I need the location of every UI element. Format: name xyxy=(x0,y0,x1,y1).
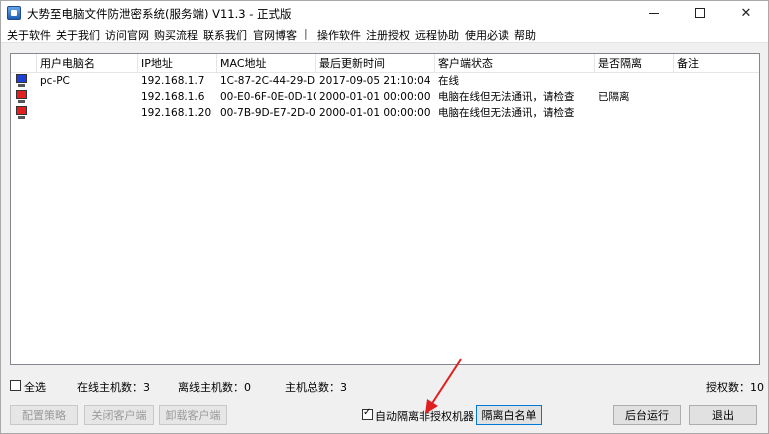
menu-visit-site[interactable]: 访问官网 xyxy=(105,27,149,43)
menu-contact[interactable]: 联系我们 xyxy=(203,27,247,43)
uninstall-client-button[interactable]: 卸载客户端 xyxy=(159,405,227,425)
column-note[interactable]: 备注 xyxy=(674,54,759,73)
menu-operate[interactable]: 操作软件 xyxy=(317,27,361,43)
total-count-label: 主机总数：3 xyxy=(285,379,347,395)
online-count-label: 在线主机数：3 xyxy=(77,379,150,395)
menu-help[interactable]: 帮助 xyxy=(514,27,536,43)
cell-mac: 00-7B-9D-E7-2D-03 xyxy=(220,107,316,119)
table-row[interactable]: 192.168.1.20 00-7B-9D-E7-2D-03 2000-01-0… xyxy=(11,105,759,121)
menu-register[interactable]: 注册授权 xyxy=(366,27,410,43)
minimize-button[interactable] xyxy=(631,1,677,25)
exit-button[interactable]: 退出 xyxy=(689,405,757,425)
list-header: 用户电脑名 IP地址 MAC地址 最后更新时间 客户端状态 是否隔离 备注 xyxy=(11,54,759,73)
close-icon: ✕ xyxy=(740,5,752,21)
cell-client-status: 电脑在线但无法通讯，请检查 xyxy=(438,107,575,119)
config-policy-button[interactable]: 配置策略 xyxy=(10,405,78,425)
column-mac[interactable]: MAC地址 xyxy=(217,54,316,73)
computer-online-icon xyxy=(15,74,28,87)
table-row[interactable]: pc-PC 192.168.1.7 1C-87-2C-44-29-D3 2017… xyxy=(11,73,759,89)
offline-label: 离线主机数： xyxy=(178,381,244,394)
cell-mac: 00-E0-6F-0E-0D-10 xyxy=(220,91,316,103)
cell-client-status: 电脑在线但无法通讯，请检查 xyxy=(438,91,575,103)
auto-isolate-label[interactable]: 自动隔离非授权机器 xyxy=(375,408,474,424)
computer-offline-icon xyxy=(15,106,28,119)
menu-must-read[interactable]: 使用必读 xyxy=(465,27,509,43)
title-bar: 大势至电脑文件防泄密系统(服务端) V11.3 - 正式版 ✕ xyxy=(1,1,768,25)
cell-ip: 192.168.1.7 xyxy=(141,75,205,87)
menu-separator: | xyxy=(304,27,308,40)
run-background-button[interactable]: 后台运行 xyxy=(613,405,681,425)
cell-mac: 1C-87-2C-44-29-D3 xyxy=(220,75,316,87)
close-button[interactable]: ✕ xyxy=(723,1,769,25)
minimize-icon xyxy=(649,12,659,14)
licensed-count-label: 授权数：10 xyxy=(706,379,764,395)
app-icon xyxy=(7,6,21,20)
window-title: 大势至电脑文件防泄密系统(服务端) V11.3 - 正式版 xyxy=(27,7,292,21)
menu-bar: 关于软件 关于我们 访问官网 购买流程 联系我们 官网博客 | 操作软件 注册授… xyxy=(1,25,768,43)
offline-count-label: 离线主机数：0 xyxy=(178,379,251,395)
menu-about-software[interactable]: 关于软件 xyxy=(7,27,51,43)
menu-about-us[interactable]: 关于我们 xyxy=(56,27,100,43)
maximize-button[interactable] xyxy=(677,1,723,25)
cell-last-update: 2017-09-05 21:10:04 xyxy=(319,75,431,87)
column-last-update[interactable]: 最后更新时间 xyxy=(316,54,435,73)
select-all-checkbox[interactable] xyxy=(10,380,21,391)
auto-isolate-checkbox[interactable] xyxy=(362,407,373,420)
cell-computer-name xyxy=(37,105,138,121)
licensed-label: 授权数： xyxy=(706,381,750,394)
offline-value: 0 xyxy=(244,381,251,394)
cell-isolated: 已隔离 xyxy=(598,91,630,103)
menu-remote-assist[interactable]: 远程协助 xyxy=(415,27,459,43)
maximize-icon xyxy=(695,8,705,18)
online-label: 在线主机数： xyxy=(77,381,143,394)
cell-ip: 192.168.1.6 xyxy=(141,91,205,103)
cell-last-update: 2000-01-01 00:00:00 xyxy=(319,107,431,119)
total-label: 主机总数： xyxy=(285,381,340,394)
cell-ip: 192.168.1.20 xyxy=(141,107,212,119)
whitelist-button[interactable]: 隔离白名单 xyxy=(476,405,542,425)
column-client-status[interactable]: 客户端状态 xyxy=(435,54,595,73)
cell-isolated xyxy=(595,105,674,121)
total-value: 3 xyxy=(340,381,347,394)
close-client-button[interactable]: 关闭客户端 xyxy=(84,405,154,425)
column-icon[interactable] xyxy=(11,54,37,73)
menu-purchase[interactable]: 购买流程 xyxy=(154,27,198,43)
cell-computer-name xyxy=(37,89,138,105)
select-all-label[interactable]: 全选 xyxy=(24,379,46,395)
computer-offline-icon xyxy=(15,90,28,103)
client-list[interactable]: 用户电脑名 IP地址 MAC地址 最后更新时间 客户端状态 是否隔离 备注 pc… xyxy=(10,53,760,365)
table-row[interactable]: 192.168.1.6 00-E0-6F-0E-0D-10 2000-01-01… xyxy=(11,89,759,105)
cell-last-update: 2000-01-01 00:00:00 xyxy=(319,91,431,103)
column-computer-name[interactable]: 用户电脑名 xyxy=(37,54,138,73)
licensed-value: 10 xyxy=(750,381,764,394)
cell-client-status: 在线 xyxy=(438,75,459,87)
column-ip[interactable]: IP地址 xyxy=(138,54,217,73)
cell-computer-name: pc-PC xyxy=(40,75,70,87)
main-window: 大势至电脑文件防泄密系统(服务端) V11.3 - 正式版 ✕ 关于软件 关于我… xyxy=(0,0,769,434)
online-value: 3 xyxy=(143,381,150,394)
column-isolated[interactable]: 是否隔离 xyxy=(595,54,674,73)
menu-blog[interactable]: 官网博客 xyxy=(253,27,297,43)
cell-isolated xyxy=(595,73,674,89)
